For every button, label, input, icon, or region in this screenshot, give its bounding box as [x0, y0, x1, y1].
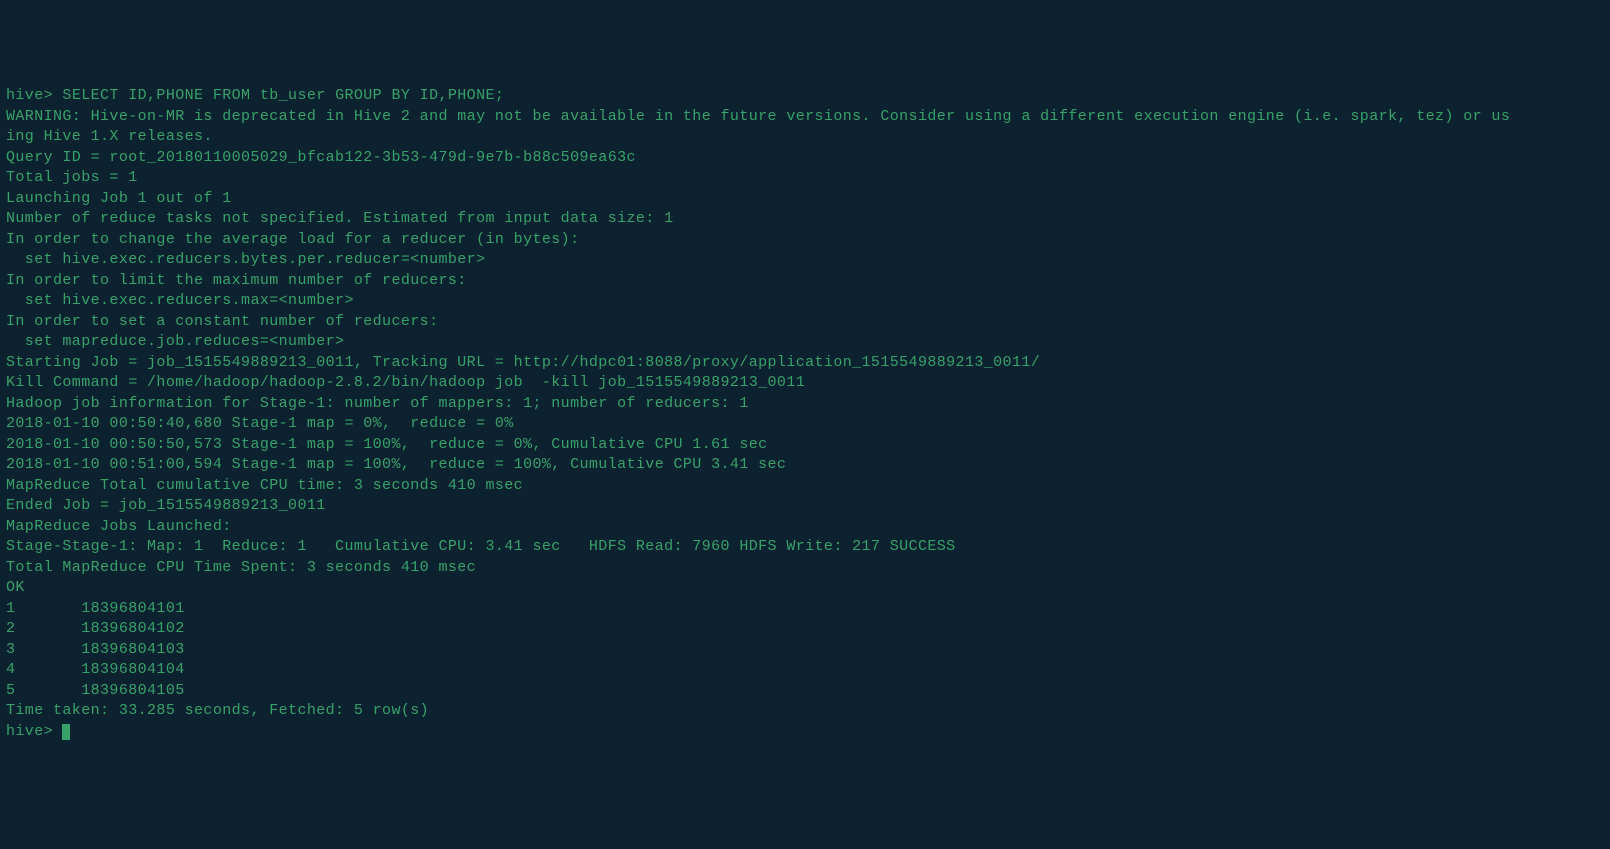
output-line: In order to change the average load for …	[6, 231, 580, 248]
output-line: ing Hive 1.X releases.	[6, 128, 213, 145]
output-line: MapReduce Jobs Launched:	[6, 518, 232, 535]
output-line: set mapreduce.job.reduces=<number>	[6, 333, 344, 350]
footer-line: Time taken: 33.285 seconds, Fetched: 5 r…	[6, 702, 429, 719]
output-line: 2018-01-10 00:50:40,680 Stage-1 map = 0%…	[6, 415, 514, 432]
terminal[interactable]: hive> SELECT ID,PHONE FROM tb_user GROUP…	[6, 86, 1604, 742]
cursor	[62, 724, 70, 740]
hive-prompt: hive>	[6, 723, 62, 740]
output-line: Total jobs = 1	[6, 169, 138, 186]
result-row: 5 18396804105	[6, 682, 185, 699]
result-row: 3 18396804103	[6, 641, 185, 658]
output-line: WARNING: Hive-on-MR is deprecated in Hiv…	[6, 108, 1510, 125]
output-line: 2018-01-10 00:50:50,573 Stage-1 map = 10…	[6, 436, 768, 453]
output-line: set hive.exec.reducers.max=<number>	[6, 292, 354, 309]
output-line: Stage-Stage-1: Map: 1 Reduce: 1 Cumulati…	[6, 538, 956, 555]
output-line: In order to limit the maximum number of …	[6, 272, 467, 289]
output-line: set hive.exec.reducers.bytes.per.reducer…	[6, 251, 485, 268]
output-line: 2018-01-10 00:51:00,594 Stage-1 map = 10…	[6, 456, 786, 473]
output-line: MapReduce Total cumulative CPU time: 3 s…	[6, 477, 523, 494]
output-line: Query ID = root_20180110005029_bfcab122-…	[6, 149, 636, 166]
result-rows: 1 18396804101 2 18396804102 3 1839680410…	[6, 599, 1604, 702]
result-row: 1 18396804101	[6, 600, 185, 617]
output-line: Ended Job = job_1515549889213_0011	[6, 497, 326, 514]
output-line: Total MapReduce CPU Time Spent: 3 second…	[6, 559, 476, 576]
output-line: Kill Command = /home/hadoop/hadoop-2.8.2…	[6, 374, 805, 391]
output-line: Hadoop job information for Stage-1: numb…	[6, 395, 749, 412]
output-line: OK	[6, 579, 25, 596]
result-row: 2 18396804102	[6, 620, 185, 637]
sql-command: SELECT ID,PHONE FROM tb_user GROUP BY ID…	[62, 87, 504, 104]
output-line: In order to set a constant number of red…	[6, 313, 438, 330]
output-line: Launching Job 1 out of 1	[6, 190, 232, 207]
output-line: Number of reduce tasks not specified. Es…	[6, 210, 674, 227]
output-line: Starting Job = job_1515549889213_0011, T…	[6, 354, 1040, 371]
output-lines: WARNING: Hive-on-MR is deprecated in Hiv…	[6, 107, 1604, 599]
result-row: 4 18396804104	[6, 661, 185, 678]
hive-prompt: hive>	[6, 87, 62, 104]
